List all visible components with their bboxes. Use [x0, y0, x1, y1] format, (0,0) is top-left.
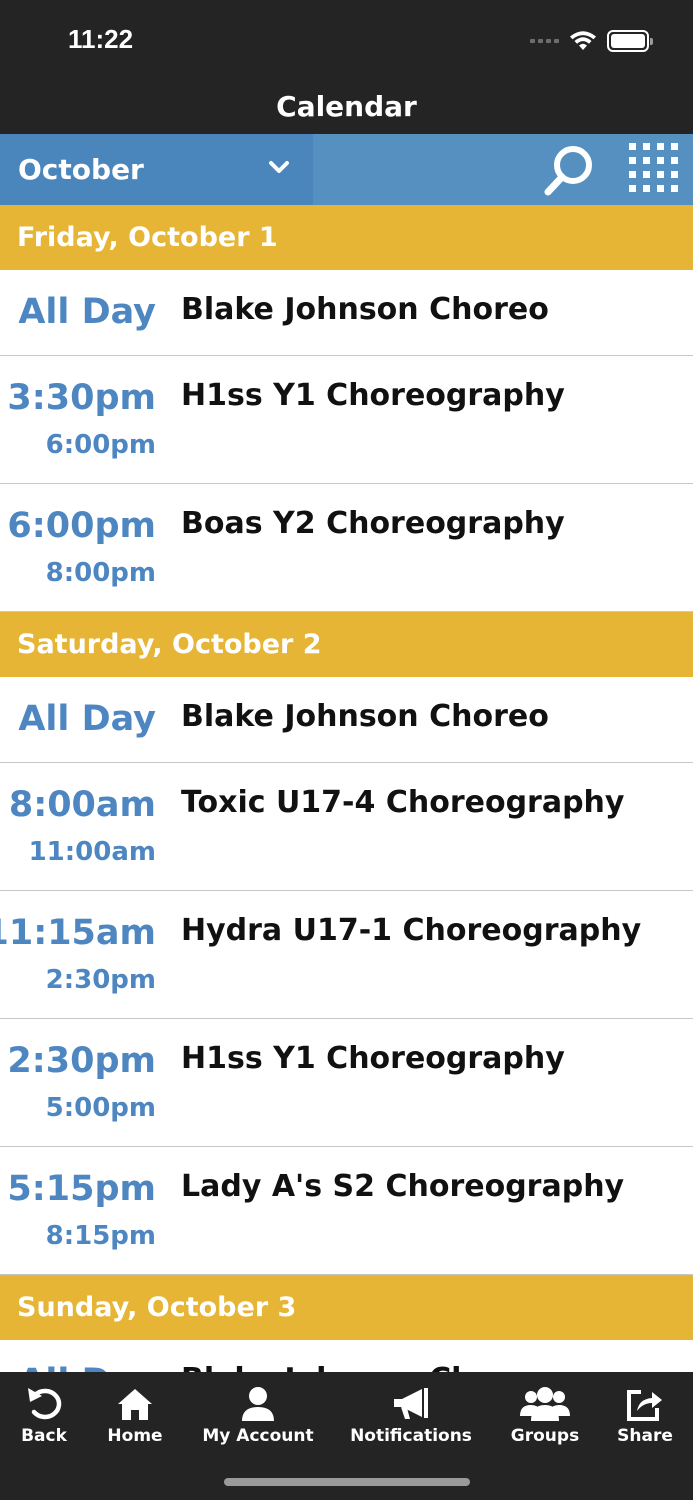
event-row[interactable]: All Day Blake Johnson Choreo [0, 1340, 693, 1372]
event-row[interactable]: 6:00pm 8:00pm Boas Y2 Choreography [0, 484, 693, 612]
event-start-time: All Day [18, 699, 156, 739]
event-row[interactable]: All Day Blake Johnson Choreo [0, 270, 693, 356]
search-icon[interactable] [540, 142, 598, 200]
tab-groups[interactable]: Groups [507, 1386, 583, 1446]
event-title: Boas Y2 Choreography [181, 506, 565, 541]
event-title: Toxic U17-4 Choreography [181, 785, 625, 820]
grid-view-icon[interactable] [626, 140, 684, 200]
event-row[interactable]: 8:00am 11:00am Toxic U17-4 Choreography [0, 763, 693, 891]
wifi-icon [570, 31, 596, 50]
tab-label: Share [617, 1426, 673, 1446]
event-row[interactable]: 11:15am 2:30pm Hydra U17-1 Choreography [0, 891, 693, 1019]
tab-notifications[interactable]: Notifications [350, 1386, 472, 1446]
share-icon [627, 1390, 662, 1421]
event-title: Blake Johnson Choreo [181, 1362, 549, 1372]
event-title: H1ss Y1 Choreography [181, 378, 565, 413]
month-label: October [18, 153, 144, 186]
day-header: Saturday, October 2 [0, 612, 693, 677]
tab-back[interactable]: Back [14, 1386, 74, 1446]
event-time: 2:30pm 5:00pm [0, 1019, 156, 1146]
home-icon [118, 1389, 152, 1420]
event-time: 3:30pm 6:00pm [0, 356, 156, 483]
month-dropdown[interactable]: October [0, 134, 313, 205]
group-icon [520, 1387, 570, 1421]
tab-label: Groups [510, 1426, 580, 1446]
cellular-signal-icon [530, 39, 559, 43]
calendar-toolbar: October [0, 134, 693, 205]
tab-my-account[interactable]: My Account [202, 1386, 314, 1446]
top-bar: 11:22 Calendar [0, 0, 693, 134]
event-end-time: 8:00pm [45, 558, 156, 588]
event-start-time: All Day [18, 1362, 156, 1372]
event-start-time: 5:15pm [7, 1169, 156, 1209]
event-row[interactable]: 3:30pm 6:00pm H1ss Y1 Choreography [0, 356, 693, 484]
event-end-time: 11:00am [28, 837, 156, 867]
event-start-time: All Day [18, 292, 156, 332]
event-time: 6:00pm 8:00pm [0, 484, 156, 611]
event-row[interactable]: All Day Blake Johnson Choreo [0, 677, 693, 763]
event-time: 11:15am 2:30pm [0, 891, 156, 1018]
event-start-time: 11:15am [0, 913, 156, 953]
event-time: All Day [0, 677, 156, 762]
tab-home[interactable]: Home [104, 1386, 166, 1446]
event-time: 8:00am 11:00am [0, 763, 156, 890]
event-start-time: 8:00am [8, 785, 156, 825]
status-icons [530, 26, 653, 56]
event-title: Lady A's S2 Choreography [181, 1169, 625, 1204]
home-indicator [224, 1478, 470, 1486]
day-header: Friday, October 1 [0, 205, 693, 270]
event-start-time: 2:30pm [7, 1041, 156, 1081]
tab-share[interactable]: Share [614, 1386, 676, 1446]
tab-label: My Account [202, 1426, 314, 1446]
event-title: H1ss Y1 Choreography [181, 1041, 565, 1076]
event-title: Blake Johnson Choreo [181, 292, 549, 327]
event-title: Blake Johnson Choreo [181, 699, 549, 734]
event-end-time: 5:00pm [45, 1093, 156, 1123]
day-header: Sunday, October 3 [0, 1275, 693, 1340]
event-title: Hydra U17-1 Choreography [181, 913, 642, 948]
event-row[interactable]: 5:15pm 8:15pm Lady A's S2 Choreography [0, 1147, 693, 1275]
event-start-time: 6:00pm [7, 506, 156, 546]
back-arrow-icon [28, 1388, 62, 1420]
event-end-time: 8:15pm [45, 1221, 156, 1251]
event-time: All Day [0, 270, 156, 355]
tab-label: Home [107, 1426, 163, 1446]
megaphone-icon [394, 1388, 428, 1419]
event-time: All Day [0, 1340, 156, 1372]
tab-label: Notifications [350, 1426, 472, 1446]
page-title: Calendar [276, 90, 417, 123]
event-list[interactable]: Friday, October 1 All Day Blake Johnson … [0, 205, 693, 1372]
user-icon [242, 1387, 274, 1421]
event-end-time: 2:30pm [45, 965, 156, 995]
status-time: 11:22 [68, 24, 134, 54]
event-start-time: 3:30pm [7, 378, 156, 418]
battery-icon [607, 30, 653, 52]
event-time: 5:15pm 8:15pm [0, 1147, 156, 1274]
tab-label: Back [21, 1426, 67, 1446]
event-row[interactable]: 2:30pm 5:00pm H1ss Y1 Choreography [0, 1019, 693, 1147]
event-end-time: 6:00pm [45, 430, 156, 460]
chevron-down-icon [269, 161, 289, 173]
